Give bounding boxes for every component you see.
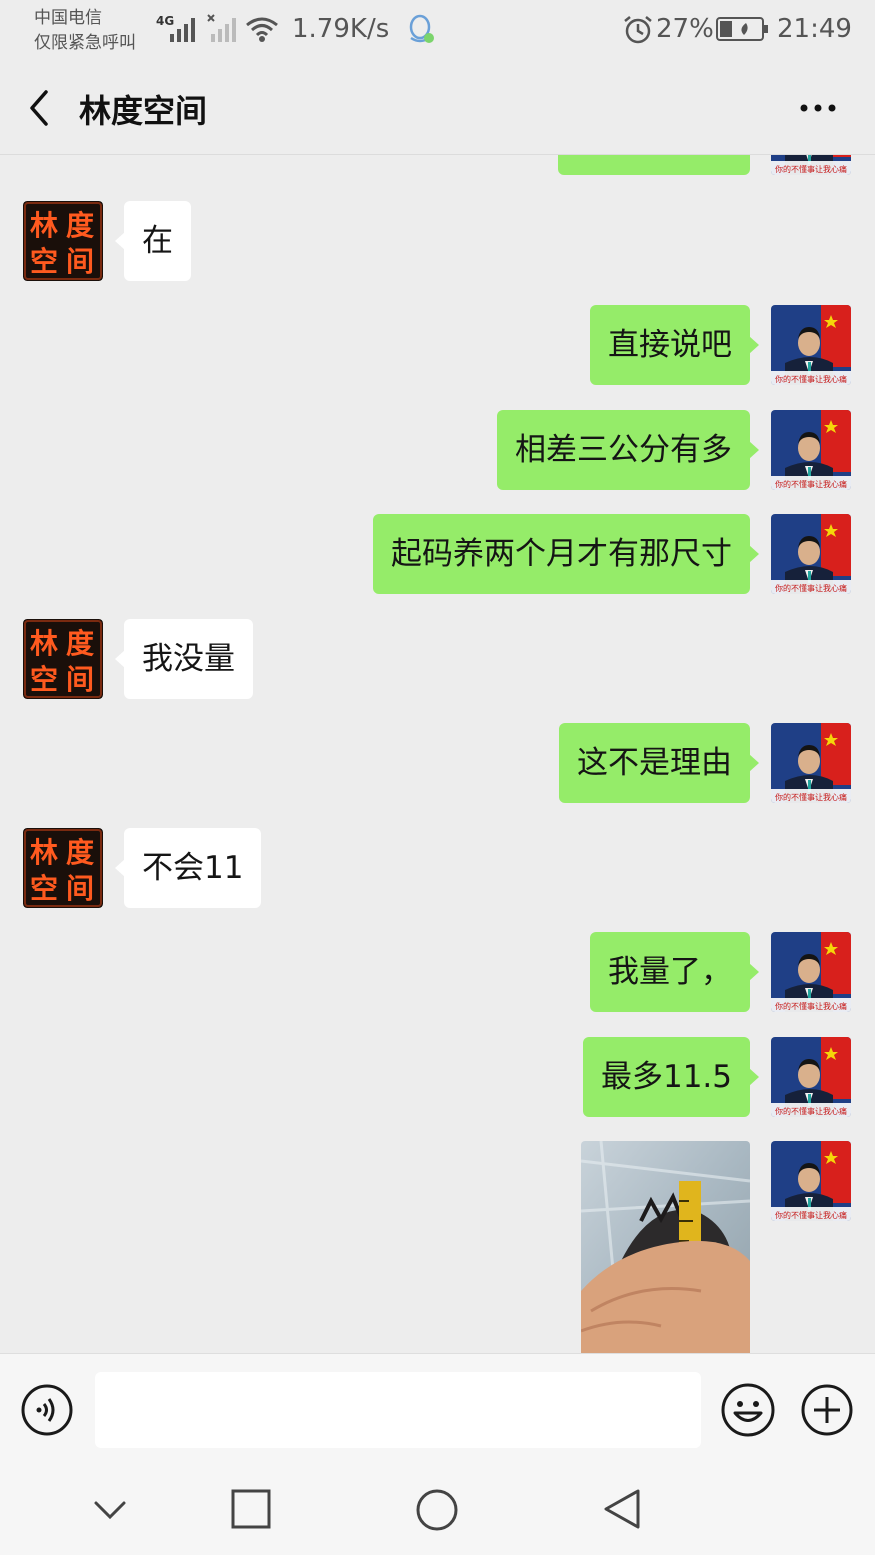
self-avatar[interactable]: 你的不懂事让我心痛 <box>771 305 851 385</box>
svg-text:你的不懂事让我心痛: 你的不懂事让我心痛 <box>775 792 847 802</box>
contact-logo: 林度空间 <box>23 201 103 281</box>
message-bubble-partial[interactable] <box>558 155 750 175</box>
message-bubble-incoming[interactable]: 不会11 <box>114 828 262 908</box>
self-avatar-photo: 你的不懂事让我心痛 <box>771 1141 851 1221</box>
self-avatar[interactable]: 你的不懂事让我心痛 <box>771 514 851 594</box>
carrier-emergency-only: 仅限紧急呼叫 <box>34 33 136 53</box>
contact-logo: 林度空间 <box>23 619 103 699</box>
svg-text:你的不懂事让我心痛: 你的不懂事让我心痛 <box>775 479 847 489</box>
emoji-icon[interactable] <box>720 1382 776 1438</box>
chat-title: 林度空间 <box>79 92 208 130</box>
svg-text:间: 间 <box>66 663 94 696</box>
more-dots-icon[interactable] <box>796 88 840 128</box>
self-avatar-photo: 你的不懂事让我心痛 <box>771 1037 851 1117</box>
message-bubble-outgoing[interactable]: 起码养两个月才有那尺寸 <box>373 514 759 594</box>
battery-percent: 27% <box>656 14 714 44</box>
self-avatar-photo: 你的不懂事让我心痛 <box>771 723 851 803</box>
self-avatar-photo: 你的不懂事让我心痛 <box>771 305 851 385</box>
message-bubble-incoming[interactable]: 我没量 <box>115 619 253 699</box>
voice-icon[interactable] <box>20 1383 74 1437</box>
svg-text:空: 空 <box>30 872 58 905</box>
clock: 21:49 <box>777 14 852 44</box>
battery-icon <box>716 17 768 41</box>
square-icon[interactable] <box>229 1487 273 1531</box>
self-avatar-photo: 你的不懂事让我心痛 <box>771 155 851 175</box>
fish-measurement-photo <box>581 1141 750 1353</box>
contact-logo: 林度空间 <box>23 828 103 908</box>
svg-text:你的不懂事让我心痛: 你的不懂事让我心痛 <box>775 1106 847 1116</box>
svg-text:你的不懂事让我心痛: 你的不懂事让我心痛 <box>775 1210 847 1220</box>
svg-text:林: 林 <box>30 627 58 660</box>
svg-text:间: 间 <box>66 872 94 905</box>
self-avatar-photo: 你的不懂事让我心痛 <box>771 410 851 490</box>
svg-text:你的不懂事让我心痛: 你的不懂事让我心痛 <box>775 374 847 384</box>
message-bubble-outgoing[interactable]: 直接说吧 <box>590 305 759 385</box>
wifi-icon <box>246 17 278 42</box>
message-bubble-outgoing[interactable]: 相差三公分有多 <box>497 410 759 490</box>
contact-avatar[interactable]: 林度空间 <box>23 201 103 281</box>
notification-app-icon <box>409 14 434 43</box>
svg-text:你的不懂事让我心痛: 你的不懂事让我心痛 <box>775 164 847 174</box>
message-bubble-outgoing[interactable]: 最多11.5 <box>582 1037 760 1117</box>
svg-text:你的不懂事让我心痛: 你的不懂事让我心痛 <box>775 583 847 593</box>
svg-text:林: 林 <box>30 209 58 242</box>
self-avatar[interactable]: 你的不懂事让我心痛 <box>771 932 851 1012</box>
svg-text:度: 度 <box>66 627 94 660</box>
svg-text:空: 空 <box>30 663 58 696</box>
self-avatar-photo: 你的不懂事让我心痛 <box>771 932 851 1012</box>
message-input[interactable] <box>95 1372 701 1448</box>
net-speed: 1.79K/s <box>292 14 390 44</box>
self-avatar-photo: 你的不懂事让我心痛 <box>771 514 851 594</box>
alarm-icon <box>624 16 652 44</box>
self-avatar[interactable]: 你的不懂事让我心痛 <box>771 1037 851 1117</box>
carrier-name: 中国电信 <box>34 8 102 28</box>
message-bubble-outgoing[interactable]: 这不是理由 <box>559 723 759 803</box>
chat-header: 林度空间 <box>0 64 875 155</box>
plus-icon[interactable] <box>800 1383 854 1437</box>
self-avatar[interactable]: 你的不懂事让我心痛 <box>771 1141 851 1221</box>
contact-avatar[interactable]: 林度空间 <box>23 828 103 908</box>
self-avatar[interactable]: 你的不懂事让我心痛 <box>771 723 851 803</box>
status-bar: 中国电信 仅限紧急呼叫 4G 1.79K/s 27% 21:49 <box>0 0 875 64</box>
self-avatar[interactable]: 你的不懂事让我心痛 <box>771 410 851 490</box>
svg-text:度: 度 <box>66 836 94 869</box>
contact-avatar[interactable]: 林度空间 <box>23 619 103 699</box>
system-nav-bar <box>0 1465 875 1555</box>
svg-text:林: 林 <box>30 836 58 869</box>
svg-text:度: 度 <box>66 209 94 242</box>
message-list[interactable]: 你的不懂事让我心痛 林度空间 在 直接说吧 你的不懂事让我心痛 相差三公分有多 … <box>0 155 875 1353</box>
chevron-left-icon[interactable] <box>20 84 60 132</box>
signal-icon <box>170 18 195 42</box>
message-bubble-incoming[interactable]: 在 <box>115 201 191 281</box>
self-avatar[interactable]: 你的不懂事让我心痛 <box>771 155 851 175</box>
svg-text:你的不懂事让我心痛: 你的不懂事让我心痛 <box>775 1001 847 1011</box>
carrier-info: 中国电信 仅限紧急呼叫 <box>34 6 136 56</box>
message-bubble-outgoing[interactable]: 我量了， <box>590 932 759 1012</box>
svg-text:空: 空 <box>30 245 58 278</box>
no-signal-icon <box>207 14 236 42</box>
svg-text:间: 间 <box>66 245 94 278</box>
input-bar <box>0 1353 875 1466</box>
image-message[interactable] <box>581 1141 750 1353</box>
circle-icon[interactable] <box>414 1487 460 1533</box>
chevron-down-icon[interactable] <box>88 1487 132 1531</box>
triangle-back-icon[interactable] <box>600 1487 644 1531</box>
